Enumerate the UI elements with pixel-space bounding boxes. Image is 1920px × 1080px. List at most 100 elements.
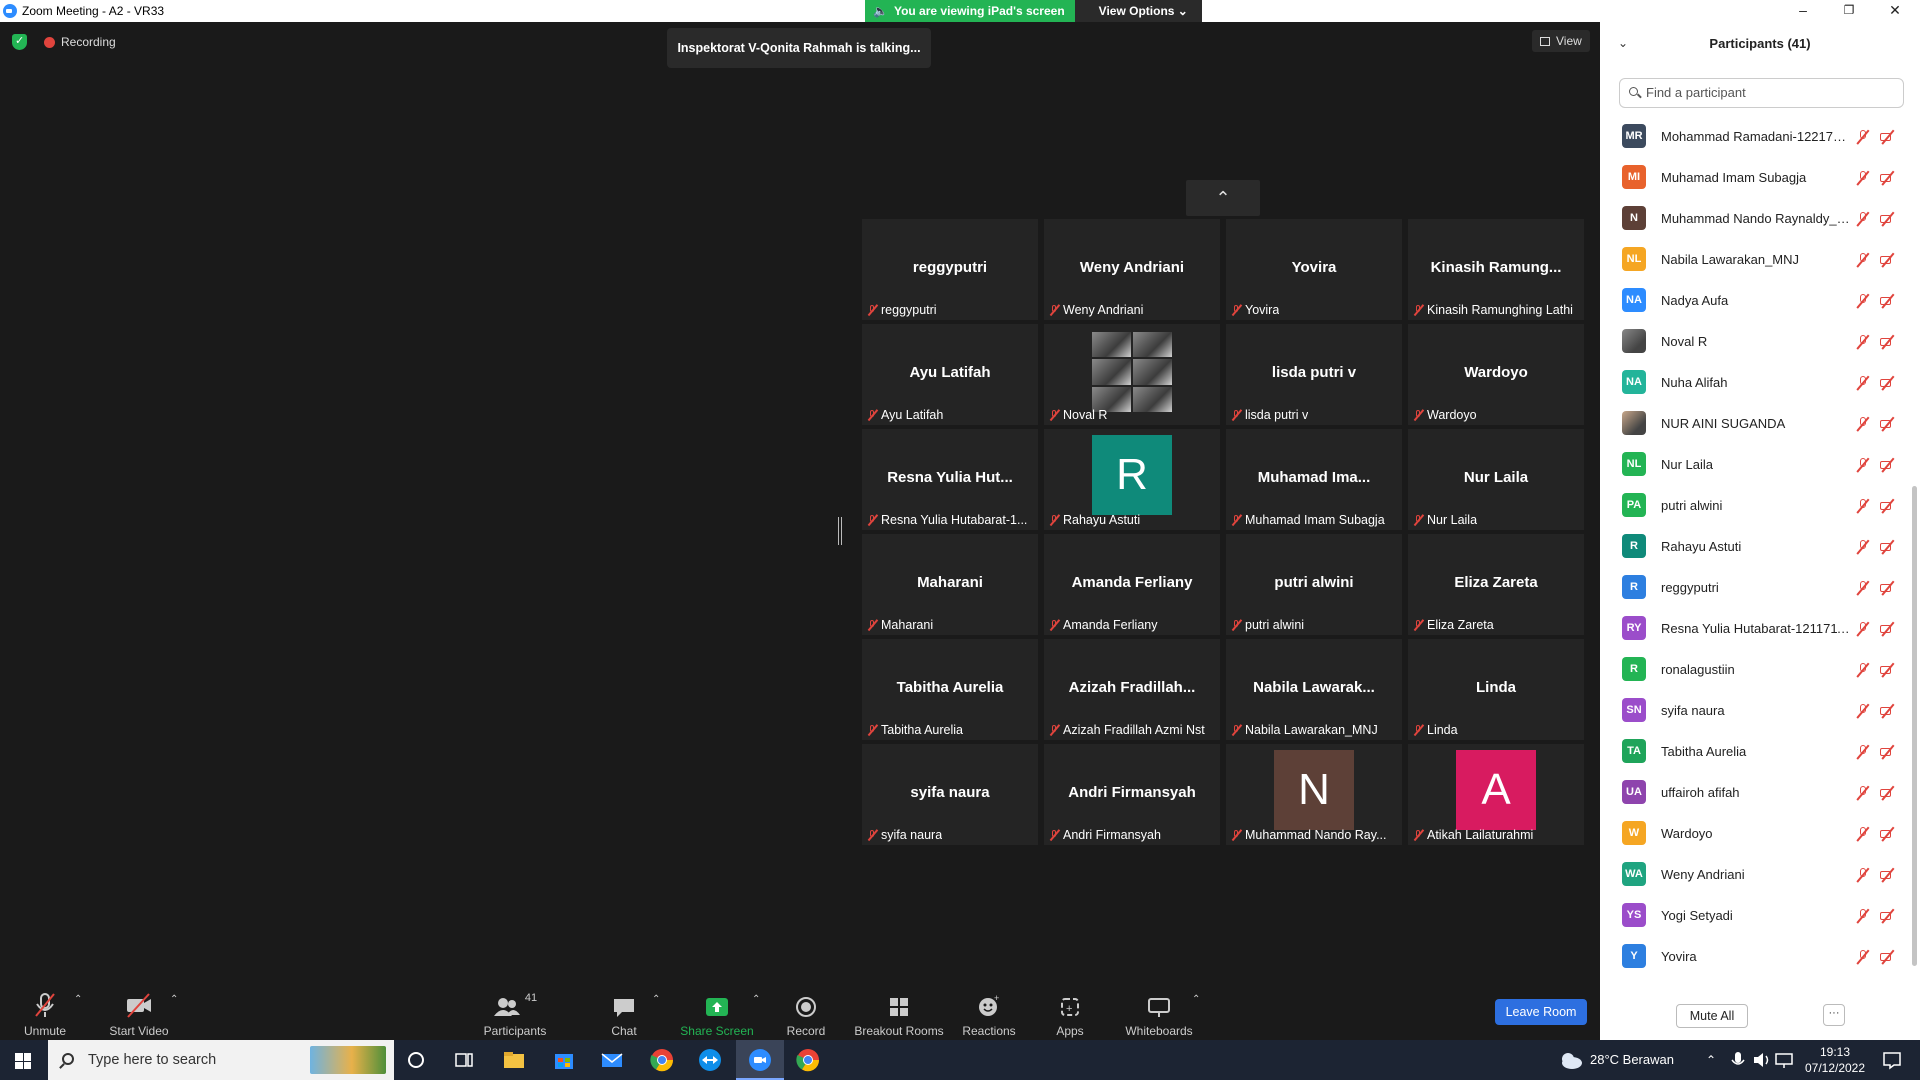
video-options-caret[interactable]: ⌃ [170,994,178,1005]
chat-options-caret[interactable]: ⌃ [652,994,660,1005]
cortana-icon[interactable] [404,1048,428,1072]
participant-row[interactable]: R Rahayu Astuti [1600,528,1910,569]
participant-row[interactable]: Noval R [1600,323,1910,364]
store-icon[interactable] [552,1048,576,1072]
participant-row[interactable]: NUR AINI SUGANDA [1600,405,1910,446]
apps-button[interactable]: + Apps [1054,992,1086,1038]
file-explorer-icon[interactable] [502,1048,526,1072]
video-tile[interactable]: Nur Laila Nur Laila [1408,429,1584,530]
participant-row[interactable]: PA putri alwini [1600,487,1910,528]
participant-row[interactable]: YS Yogi Setyadi [1600,897,1910,938]
video-tile[interactable]: Wardoyo Wardoyo [1408,324,1584,425]
video-tile[interactable]: R Rahayu Astuti [1044,429,1220,530]
gallery-scroll-up-button[interactable]: ⌃ [1186,180,1260,216]
video-tile[interactable]: Weny Andriani Weny Andriani [1044,219,1220,320]
chrome-profile-icon[interactable] [796,1048,820,1072]
record-icon [786,992,826,1018]
video-tile[interactable]: Noval R [1044,324,1220,425]
participant-row[interactable]: N Muhammad Nando Raynaldy_1... [1600,200,1910,241]
chat-button[interactable]: Chat [604,992,644,1038]
video-tile[interactable]: Linda Linda [1408,639,1584,740]
participant-name: Tabitha Aurelia [1661,744,1747,759]
minimize-button[interactable]: – [1780,0,1826,22]
video-tile[interactable]: N Muhammad Nando Ray... [1226,744,1402,845]
participant-row[interactable]: Rreggyputri [1600,569,1910,610]
video-tile[interactable]: Resna Yulia Hut... Resna Yulia Hutabarat-… [862,429,1038,530]
view-options-button[interactable]: View Options ⌄ [1074,0,1202,22]
video-tile[interactable]: Andri Firmansyah Andri Firmansyah [1044,744,1220,845]
mic-muted-icon [1855,416,1871,432]
record-button[interactable]: Record [786,992,826,1038]
reactions-button[interactable]: + Reactions [962,992,1016,1038]
clock[interactable]: 19:13 07/12/2022 [1802,1044,1868,1076]
video-tile[interactable]: Nabila Lawarak... Nabila Lawarakan_MNJ [1226,639,1402,740]
weather-cloud-icon[interactable] [1558,1048,1584,1072]
unmute-button[interactable]: Unmute [20,992,70,1038]
participant-row[interactable]: Rronalagustiin [1600,651,1910,692]
participant-search-input[interactable]: Find a participant [1619,78,1904,108]
tile-participant-name: Wardoyo [1427,408,1477,422]
microphone-tray-icon[interactable] [1726,1048,1750,1072]
zoom-taskbar-button[interactable] [736,1040,784,1080]
mail-icon[interactable] [600,1048,624,1072]
video-tile[interactable]: Ayu Latifah Ayu Latifah [862,324,1038,425]
tile-display-name: Wardoyo [1464,364,1528,381]
participant-row[interactable]: NL Nabila Lawarakan_MNJ [1600,241,1910,282]
whiteboard-options-caret[interactable]: ⌃ [1192,994,1200,1005]
video-tile[interactable]: lisda putri v lisda putri v [1226,324,1402,425]
restore-button[interactable]: ❐ [1826,0,1872,22]
participant-row[interactable]: UA uffairoh afifah [1600,774,1910,815]
participant-row[interactable]: TA Tabitha Aurelia [1600,733,1910,774]
windows-start-icon[interactable] [15,1053,31,1069]
participant-row[interactable]: MI Muhamad Imam Subagja [1600,159,1910,200]
video-tile[interactable]: syifa naura syifa naura [862,744,1038,845]
share-options-caret[interactable]: ⌃ [752,994,760,1005]
start-video-button[interactable]: Start Video [104,992,174,1038]
show-hidden-icons-chevron[interactable]: ⌃ [1706,1040,1716,1080]
encryption-shield-icon[interactable] [12,34,27,50]
notifications-icon[interactable] [1880,1048,1904,1072]
participant-row[interactable]: NA Nuha Alifah [1600,364,1910,405]
participant-row[interactable]: SN syifa naura [1600,692,1910,733]
participants-button[interactable]: 41 Participants [480,992,550,1038]
more-options-button[interactable]: ··· [1823,1004,1845,1026]
mute-all-button[interactable]: Mute All [1676,1004,1748,1028]
video-tile[interactable]: Muhamad Ima... Muhamad Imam Subagja [1226,429,1402,530]
volume-icon[interactable] [1750,1048,1774,1072]
teamviewer-icon[interactable] [698,1048,722,1072]
view-button[interactable]: View [1532,30,1590,52]
video-tile[interactable]: Yovira Yovira [1226,219,1402,320]
video-tile[interactable]: putri alwini putri alwini [1226,534,1402,635]
participant-row[interactable]: WA Weny Andriani [1600,856,1910,897]
tile-name-label: syifa naura [862,825,1038,845]
participant-row[interactable]: RY Resna Yulia Hutabarat-1211711... [1600,610,1910,651]
participant-row[interactable]: NL Nur Laila [1600,446,1910,487]
video-tile[interactable]: Eliza Zareta Eliza Zareta [1408,534,1584,635]
audio-options-caret[interactable]: ⌃ [74,994,82,1005]
share-screen-button[interactable]: Share Screen [680,992,754,1038]
whiteboards-button[interactable]: Whiteboards [1124,992,1194,1038]
participant-row[interactable]: MR Mohammad Ramadani-122171... [1600,118,1910,159]
breakout-rooms-button[interactable]: Breakout Rooms [852,992,946,1038]
video-tile[interactable]: Kinasih Ramung... Kinasih Ramunghing Lath… [1408,219,1584,320]
video-tile[interactable]: Azizah Fradillah... Azizah Fradillah Azmi… [1044,639,1220,740]
participant-row[interactable]: W Wardoyo [1600,815,1910,856]
recording-indicator[interactable]: Recording [44,32,116,52]
close-button[interactable]: ✕ [1872,0,1918,22]
participant-row[interactable]: Y Yovira [1600,938,1910,979]
participant-row[interactable]: NA Nadya Aufa [1600,282,1910,323]
weather-text[interactable]: 28°C Berawan [1590,1040,1674,1080]
video-tile[interactable]: Maharani Maharani [862,534,1038,635]
taskbar-search-input[interactable]: Type here to search [48,1040,394,1080]
task-view-icon[interactable] [452,1048,476,1072]
chrome-icon[interactable] [650,1048,674,1072]
profile-photo [1092,332,1172,412]
video-tile[interactable]: Tabitha Aurelia Tabitha Aurelia [862,639,1038,740]
split-resize-handle[interactable] [838,517,842,545]
video-tile[interactable]: reggyputri reggyputri [862,219,1038,320]
network-icon[interactable] [1772,1048,1796,1072]
participant-list-scrollbar[interactable] [1912,486,1917,966]
video-tile[interactable]: Amanda Ferliany Amanda Ferliany [1044,534,1220,635]
video-tile[interactable]: A Atikah Lailaturahmi [1408,744,1584,845]
leave-room-button[interactable]: Leave Room [1495,999,1587,1025]
